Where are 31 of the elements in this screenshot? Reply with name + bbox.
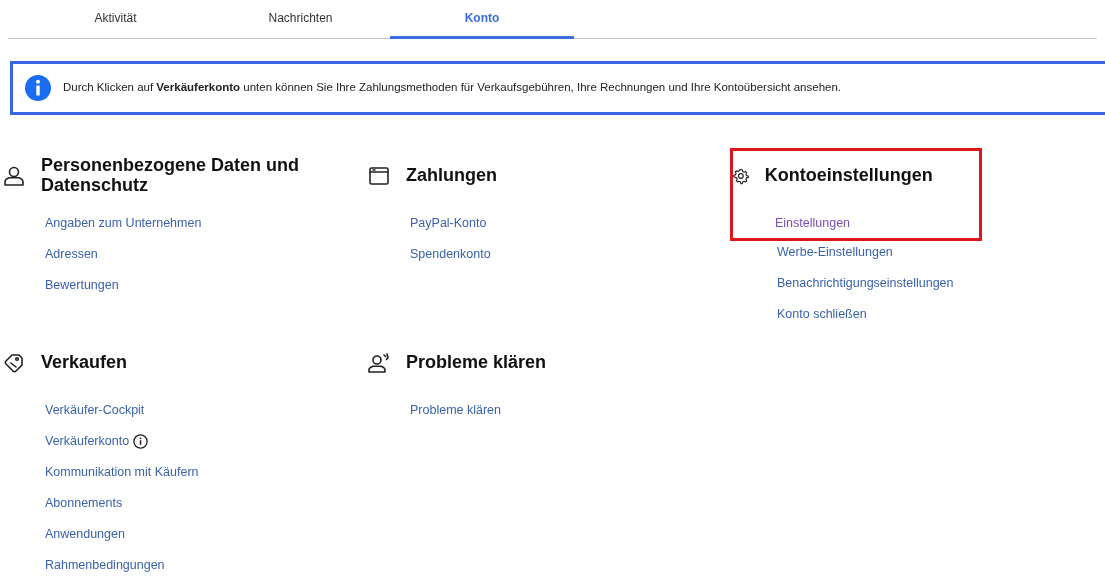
settings-link[interactable]: Abonnements: [45, 493, 123, 513]
window-icon: [368, 165, 390, 187]
tab[interactable]: Aktivität: [8, 0, 223, 39]
person-icon: [3, 165, 25, 187]
settings-link[interactable]: Rahmenbedingungen: [45, 555, 165, 575]
section-heading: Personenbezogene Daten und Datenschutz: [41, 156, 301, 196]
settings-link[interactable]: Benachrichtigungseinstellungen: [777, 273, 954, 293]
settings-link[interactable]: Anwendungen: [45, 524, 125, 544]
settings-link[interactable]: Kommunikation mit Käufern: [45, 462, 199, 482]
info-icon: [25, 75, 51, 101]
person-speaking-icon: [368, 352, 390, 374]
section-heading: Verkaufen: [41, 353, 129, 373]
settings-link[interactable]: Spendenkonto: [410, 244, 491, 264]
section-heading: Probleme klären: [406, 353, 548, 373]
section-heading: Zahlungen: [406, 166, 498, 186]
settings-link[interactable]: Konto schließen: [777, 304, 867, 324]
tab[interactable]: Konto: [390, 0, 574, 39]
settings-link[interactable]: Probleme klären: [410, 400, 501, 420]
settings-link[interactable]: Adressen: [45, 244, 98, 264]
info-message: Durch Klicken auf Verkäuferkonto unten können Sie Ihre Zahlungsmethoden für Verkaufsgebühren, Ihre Rechnungen und Ihre Kontoübersicht ansehen.: [63, 80, 842, 96]
tab[interactable]: Nachrichten: [223, 0, 378, 39]
tag-icon: [3, 352, 25, 374]
settings-link[interactable]: Verkäuferkonto: [45, 431, 130, 451]
settings-link[interactable]: Verkäufer-Cockpit: [45, 400, 145, 420]
section-heading: Kontoeinstellungen: [764, 166, 934, 186]
info-icon[interactable]: [133, 433, 149, 449]
settings-link[interactable]: Angaben zum Unternehmen: [45, 213, 202, 233]
settings-link[interactable]: Bewertungen: [45, 275, 119, 295]
settings-link[interactable]: Werbe-Einstellungen: [777, 242, 893, 262]
settings-link[interactable]: PayPal-Konto: [410, 213, 487, 233]
settings-link[interactable]: Einstellungen: [775, 213, 851, 233]
